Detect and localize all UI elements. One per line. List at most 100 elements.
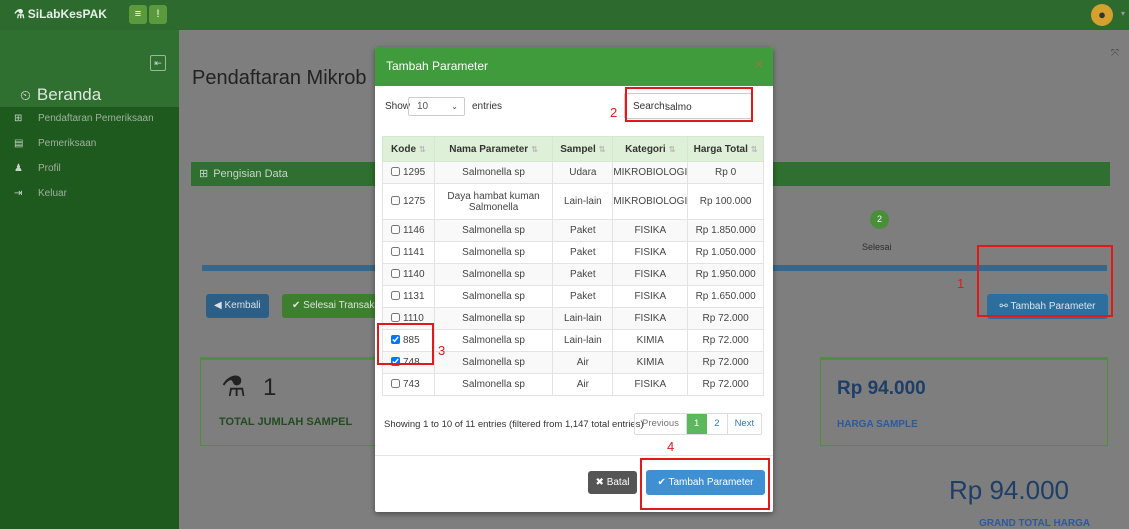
nama-cell: Salmonella sp xyxy=(433,241,554,264)
row-checkbox[interactable] xyxy=(391,247,400,256)
pagination-page-2[interactable]: 2 xyxy=(707,414,728,434)
harga-cell: Rp 72.000 xyxy=(687,373,764,396)
back-button[interactable]: ◀ Kembali xyxy=(206,294,269,318)
table-row[interactable]: 743 Salmonella sp Air FISIKA Rp 72.000 xyxy=(382,373,764,396)
entries-label: entries xyxy=(472,101,503,112)
column-header-kategori[interactable]: Kategori ⇅ xyxy=(612,136,689,162)
kategori-cell: FISIKA xyxy=(612,241,689,264)
user-avatar[interactable]: ● xyxy=(1091,4,1113,26)
sidebar-item-profil[interactable]: ♟ Profil xyxy=(0,157,179,181)
kode-cell: 1275 xyxy=(382,183,435,220)
pagination-next[interactable]: Next xyxy=(728,414,762,434)
sidebar-collapse-icon[interactable]: ⇤ xyxy=(150,55,166,71)
table-row[interactable]: 1140 Salmonella sp Paket FISIKA Rp 1.950.000 xyxy=(382,263,764,286)
highlight-box-2 xyxy=(625,87,753,122)
sort-icon: ⇅ xyxy=(419,144,426,154)
kode-cell: 1140 xyxy=(382,263,435,286)
brand-logo[interactable]: ⚗ SiLabKesPAK xyxy=(14,7,107,21)
sample-price-label: HARGA SAMPLE xyxy=(837,419,918,430)
column-header-nama[interactable]: Nama Parameter ⇅ xyxy=(433,136,554,162)
parameter-table-wrapper: Kode ⇅ Nama Parameter ⇅ Sampel ⇅ Kategori ⇅ … xyxy=(382,136,764,398)
sort-icon: ⇅ xyxy=(531,144,538,154)
harga-cell: Rp 0 xyxy=(687,161,764,184)
sidebar-item-keluar[interactable]: ⇥ Keluar xyxy=(0,182,179,206)
column-header-sampel[interactable]: Sampel ⇅ xyxy=(552,136,614,162)
top-navbar: ⚗ SiLabKesPAK ≡ ! ● ▾ xyxy=(0,0,1129,30)
step-indicator[interactable]: 2 xyxy=(870,210,889,229)
table-row[interactable]: 1131 Salmonella sp Paket FISIKA Rp 1.650.000 xyxy=(382,285,764,308)
pagination-page-1[interactable]: 1 xyxy=(686,414,708,434)
table-row[interactable]: 1295 Salmonella sp Udara MIKROBIOLOGI Rp 0 xyxy=(382,161,764,184)
kode-text: 1141 xyxy=(403,247,425,258)
table-header-row: Kode ⇅ Nama Parameter ⇅ Sampel ⇅ Kategori ⇅ … xyxy=(382,136,764,162)
page-title: Pendaftaran Mikrob xyxy=(192,67,367,89)
sampel-cell: Lain-lain xyxy=(552,307,614,330)
sampel-cell: Lain-lain xyxy=(552,183,614,220)
kategori-cell: KIMIA xyxy=(612,329,689,352)
kategori-cell: FISIKA xyxy=(612,263,689,286)
harga-cell: Rp 72.000 xyxy=(687,307,764,330)
cancel-button[interactable]: ✖ Batal xyxy=(588,471,637,494)
kategori-cell: FISIKA xyxy=(612,285,689,308)
kategori-cell: FISIKA xyxy=(612,373,689,396)
row-checkbox[interactable] xyxy=(391,167,400,176)
nama-cell: Salmonella sp xyxy=(433,307,554,330)
kode-text: 1131 xyxy=(403,291,425,302)
total-sample-count: 1 xyxy=(263,374,277,401)
sampel-cell: Air xyxy=(552,373,614,396)
row-checkbox[interactable] xyxy=(391,379,400,388)
brand-name: SiLabKesPAK xyxy=(27,7,107,21)
table-info: Showing 1 to 10 of 11 entries (filtered … xyxy=(384,419,644,430)
finish-transaction-button[interactable]: ✔ Selesai Transaksi xyxy=(282,294,377,318)
sort-icon: ⇅ xyxy=(598,144,606,154)
chevron-down-icon: ⌄ xyxy=(451,102,458,111)
sidebar-title[interactable]: ⏲ Beranda xyxy=(20,85,101,105)
caret-down-icon[interactable]: ▾ xyxy=(1121,9,1125,18)
column-header-harga[interactable]: Harga Total ⇅ xyxy=(687,136,764,162)
close-icon[interactable]: × xyxy=(755,56,763,72)
annotation-number-3: 3 xyxy=(438,343,446,358)
annotation-number-1: 1 xyxy=(957,276,965,291)
fullscreen-icon[interactable]: ⤧ xyxy=(1111,48,1119,59)
sampel-cell: Paket xyxy=(552,285,614,308)
highlight-box-1 xyxy=(977,245,1113,317)
harga-cell: Rp 100.000 xyxy=(687,183,764,220)
column-header-kode[interactable]: Kode ⇅ xyxy=(382,136,435,162)
row-checkbox[interactable] xyxy=(391,269,400,278)
panel-title: ⊞ Pengisian Data xyxy=(199,168,288,180)
menu-toggle-button[interactable]: ≡ xyxy=(129,5,147,24)
harga-cell: Rp 1.950.000 xyxy=(687,263,764,286)
nama-cell: Salmonella sp xyxy=(433,285,554,308)
table-row[interactable]: 1146 Salmonella sp Paket FISIKA Rp 1.850.000 xyxy=(382,219,764,242)
row-checkbox[interactable] xyxy=(391,291,400,300)
pagination: Previous 1 2 Next xyxy=(634,413,763,435)
sidebar-item-label: Keluar xyxy=(38,188,67,199)
table-row[interactable]: 1110 Salmonella sp Lain-lain FISIKA Rp 72.00… xyxy=(382,307,764,330)
nama-cell: Salmonella sp xyxy=(433,329,554,352)
nama-cell: Salmonella sp xyxy=(433,351,554,374)
table-row[interactable]: 1275 Daya hambat kuman Salmonella Lain-lai… xyxy=(382,183,764,220)
grand-total-value: Rp 94.000 xyxy=(949,475,1069,505)
harga-cell: Rp 1.650.000 xyxy=(687,285,764,308)
plus-square-icon: ⊞ xyxy=(14,113,23,124)
row-checkbox[interactable] xyxy=(391,225,400,234)
sidebar-item-pendaftaran[interactable]: ⊞ Pendaftaran Pemeriksaan xyxy=(0,107,179,131)
show-label: Show xyxy=(385,101,411,112)
row-checkbox[interactable] xyxy=(391,313,400,322)
dashboard-icon: ⏲ xyxy=(20,87,31,103)
sampel-cell: Air xyxy=(552,351,614,374)
arrow-left-icon: ◀ xyxy=(214,300,225,311)
kategori-cell: MIKROBIOLOGI xyxy=(612,183,689,220)
entries-select[interactable]: 10 ⌄ xyxy=(408,97,465,116)
info-button[interactable]: ! xyxy=(149,5,167,24)
table-row[interactable]: 1141 Salmonella sp Paket FISIKA Rp 1.050.000 xyxy=(382,241,764,264)
row-checkbox[interactable] xyxy=(391,196,400,205)
pagination-previous[interactable]: Previous xyxy=(635,414,687,434)
flask-icon: ⚗ xyxy=(14,7,25,21)
check-icon: ✔ xyxy=(292,300,304,311)
sidebar-item-pemeriksaan[interactable]: ▤ Pemeriksaan xyxy=(0,132,179,156)
info-icon: ! xyxy=(156,8,160,20)
modal-title: Tambah Parameter xyxy=(386,59,489,73)
harga-cell: Rp 72.000 xyxy=(687,351,764,374)
modal-divider xyxy=(375,455,773,456)
